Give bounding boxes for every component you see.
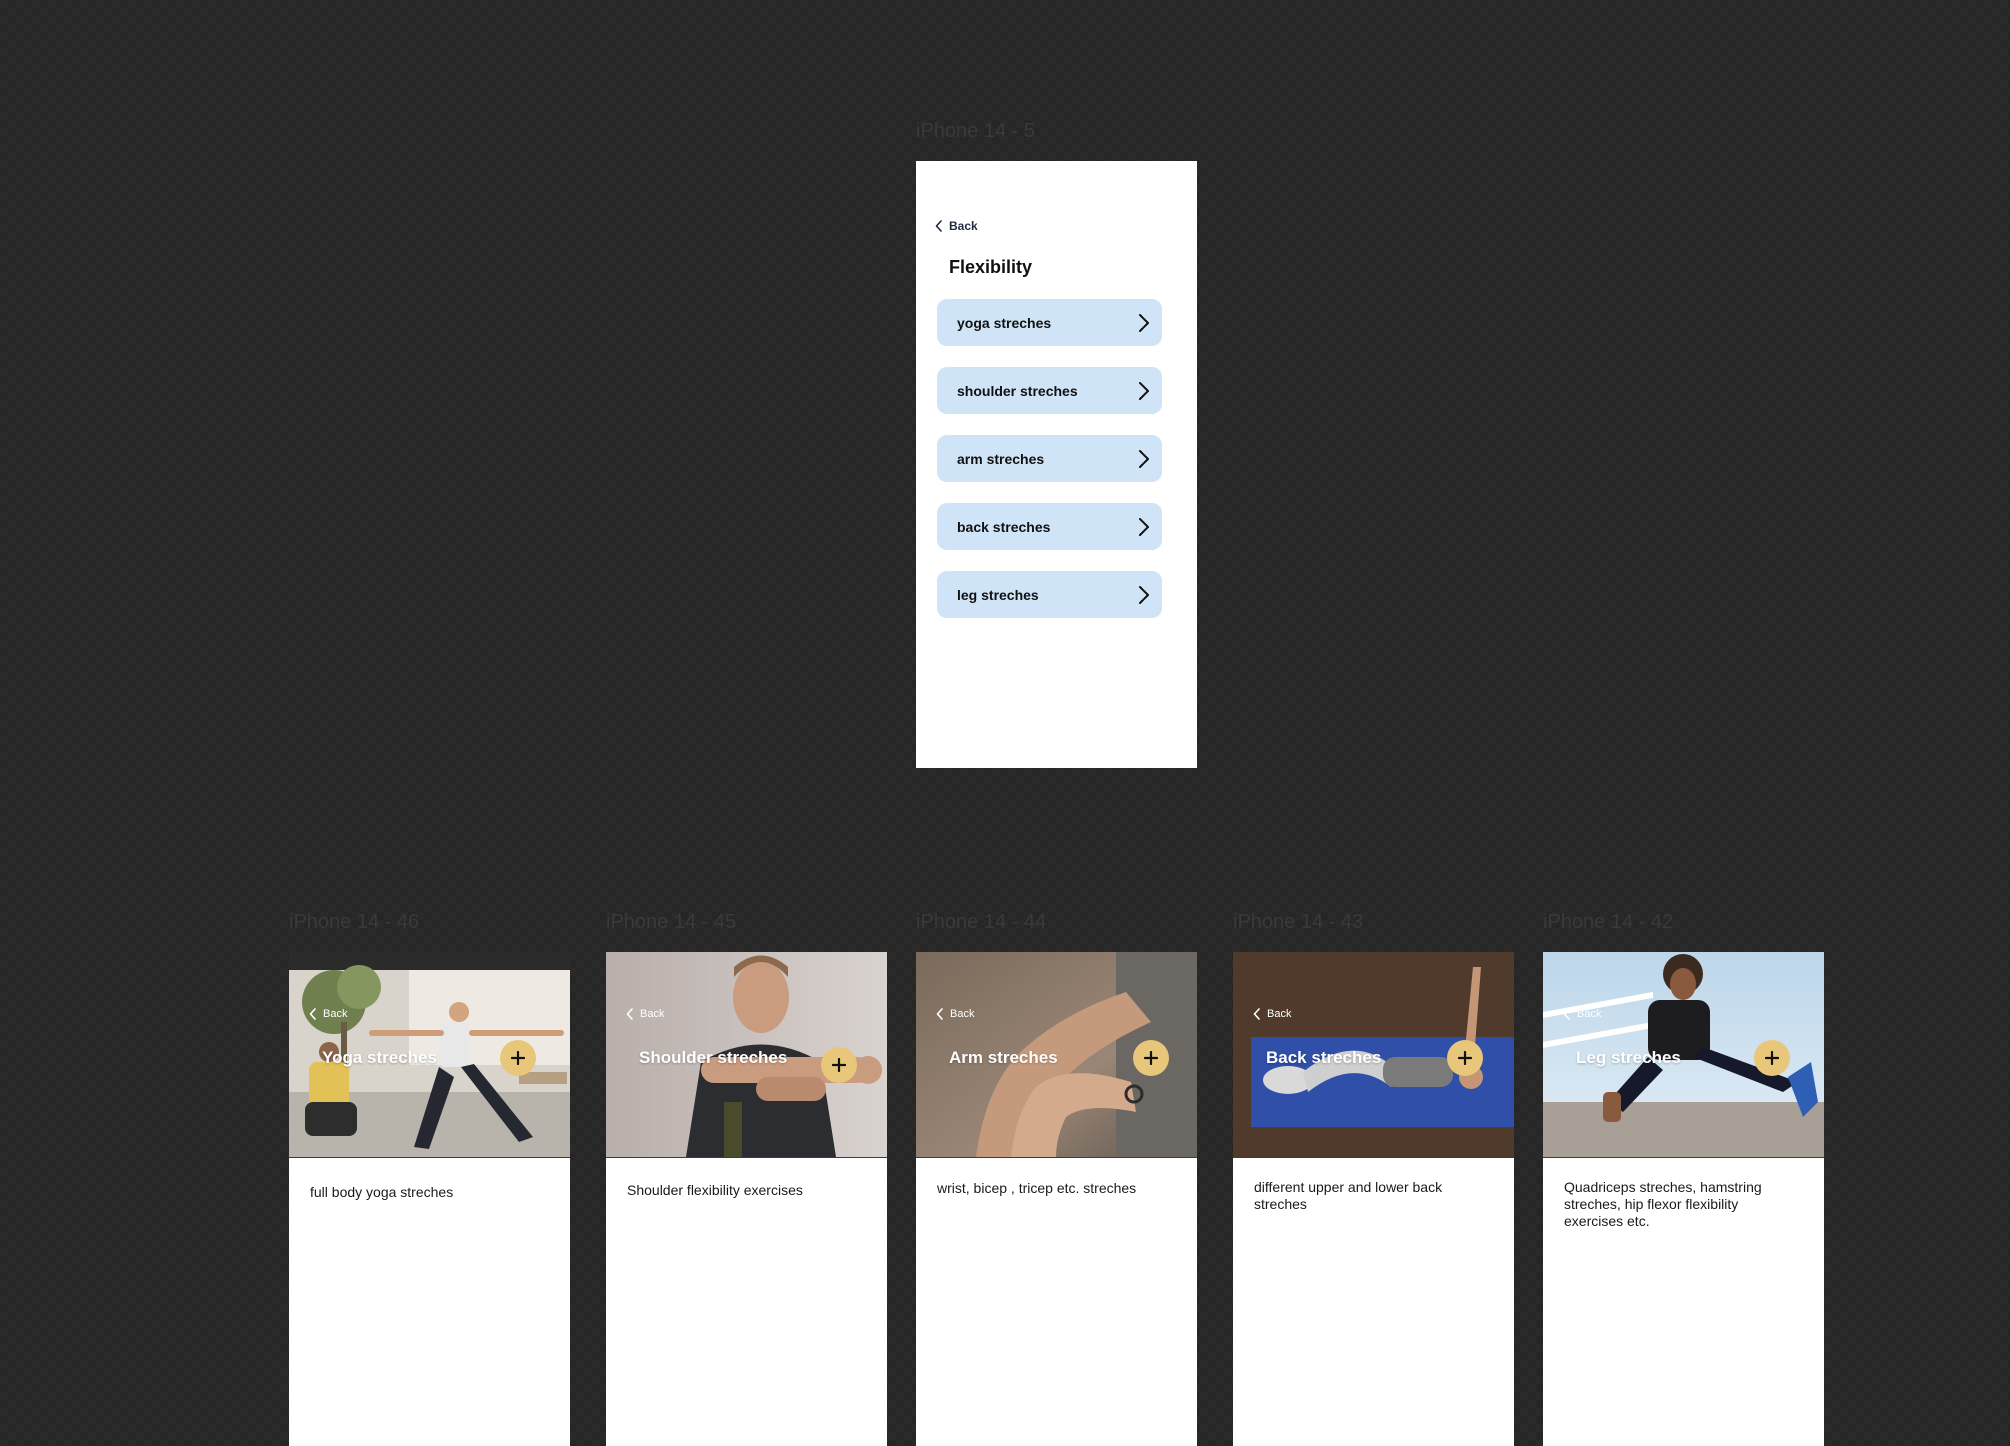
back-button[interactable]: Back xyxy=(936,1008,974,1020)
chevron-left-icon xyxy=(1253,1008,1261,1020)
back-label: Back xyxy=(950,1008,975,1020)
frame-label-leg: iPhone 14 - 42 xyxy=(1543,911,1674,933)
back-streches-screen: Back Back streches different upper and l… xyxy=(1233,952,1514,1446)
frame-label-main: iPhone 14 - 5 xyxy=(916,120,1035,142)
hero-image: Back Leg streches xyxy=(1543,952,1824,1157)
hero-image: Back Shoulder streches xyxy=(606,952,887,1157)
menu-item-label: yoga streches xyxy=(957,314,1052,331)
divider xyxy=(606,1157,887,1158)
chevron-left-icon xyxy=(935,220,943,232)
back-label: Back xyxy=(323,1008,348,1020)
page-title: Flexibility xyxy=(949,257,1033,277)
hero-image: Back Arm streches xyxy=(916,952,1197,1157)
add-button[interactable] xyxy=(1133,1040,1169,1076)
description: Shoulder flexibility exercises xyxy=(627,1182,803,1198)
description: Quadriceps streches, hamstring streches,… xyxy=(1564,1179,1762,1229)
hero-image: Back Yoga streches xyxy=(289,952,570,1157)
back-button[interactable]: Back xyxy=(309,1008,347,1020)
frame-label-back: iPhone 14 - 43 xyxy=(1233,911,1364,933)
plus-icon xyxy=(1765,1051,1779,1065)
menu-item-label: back streches xyxy=(957,518,1051,535)
yoga-streches-screen: Back Yoga streches full body yoga strech… xyxy=(289,952,570,1446)
divider xyxy=(1543,1157,1824,1158)
menu-item-label: shoulder streches xyxy=(957,382,1078,399)
divider xyxy=(289,1157,570,1158)
description: different upper and lower back streches xyxy=(1254,1179,1443,1212)
shoulder-streches-screen: Back Shoulder streches Shoulder flexibil… xyxy=(606,952,887,1446)
screen-title: Arm streches xyxy=(949,1048,1058,1067)
back-label: Back xyxy=(1267,1008,1292,1020)
back-button[interactable]: Back xyxy=(626,1008,664,1020)
back-button[interactable]: Back xyxy=(1253,1008,1291,1020)
description: full body yoga streches xyxy=(310,1184,454,1200)
screen-title: Back streches xyxy=(1266,1048,1382,1067)
divider xyxy=(916,1157,1197,1158)
chevron-left-icon xyxy=(1563,1008,1571,1020)
divider xyxy=(1233,1157,1514,1158)
hero-image: Back Back streches xyxy=(1233,952,1514,1157)
back-label: Back xyxy=(640,1008,665,1020)
plus-icon xyxy=(1144,1051,1158,1065)
menu-item-label: arm streches xyxy=(957,450,1045,467)
chevron-right-icon xyxy=(1138,313,1150,333)
chevron-right-icon xyxy=(1138,517,1150,537)
add-button[interactable] xyxy=(500,1040,536,1076)
menu-item-arm-streches[interactable]: arm streches xyxy=(937,435,1162,482)
add-button[interactable] xyxy=(821,1047,857,1083)
add-button[interactable] xyxy=(1447,1040,1483,1076)
frame-label-shoulder: iPhone 14 - 45 xyxy=(606,911,737,933)
back-button[interactable]: Back xyxy=(935,219,978,233)
chevron-right-icon xyxy=(1138,585,1150,605)
stretch-category-list: yoga streches shoulder streches arm stre… xyxy=(937,299,1162,639)
frame-label-arm: iPhone 14 - 44 xyxy=(916,911,1047,933)
plus-icon xyxy=(832,1058,846,1072)
chevron-right-icon xyxy=(1138,381,1150,401)
plus-icon xyxy=(511,1051,525,1065)
flexibility-screen: Back Flexibility yoga streches shoulder … xyxy=(916,161,1197,768)
menu-item-label: leg streches xyxy=(957,586,1039,603)
leg-streches-screen: Back Leg streches Quadriceps streches, h… xyxy=(1543,952,1824,1446)
chevron-left-icon xyxy=(309,1008,317,1020)
chevron-left-icon xyxy=(626,1008,634,1020)
menu-item-yoga-streches[interactable]: yoga streches xyxy=(937,299,1162,346)
frame-label-yoga: iPhone 14 - 46 xyxy=(289,911,420,933)
description: wrist, bicep , tricep etc. streches xyxy=(937,1180,1137,1196)
menu-item-shoulder-streches[interactable]: shoulder streches xyxy=(937,367,1162,414)
plus-icon xyxy=(1458,1051,1472,1065)
screen-title: Yoga streches xyxy=(322,1048,437,1067)
screen-title: Shoulder streches xyxy=(639,1048,788,1067)
back-label: Back xyxy=(949,219,978,233)
back-button[interactable]: Back xyxy=(1563,1008,1601,1020)
chevron-right-icon xyxy=(1138,449,1150,469)
arm-streches-screen: Back Arm streches wrist, bicep , tricep … xyxy=(916,952,1197,1446)
menu-item-leg-streches[interactable]: leg streches xyxy=(937,571,1162,618)
back-label: Back xyxy=(1577,1008,1602,1020)
menu-item-back-streches[interactable]: back streches xyxy=(937,503,1162,550)
add-button[interactable] xyxy=(1754,1040,1790,1076)
chevron-left-icon xyxy=(936,1008,944,1020)
screen-title: Leg streches xyxy=(1576,1048,1681,1067)
